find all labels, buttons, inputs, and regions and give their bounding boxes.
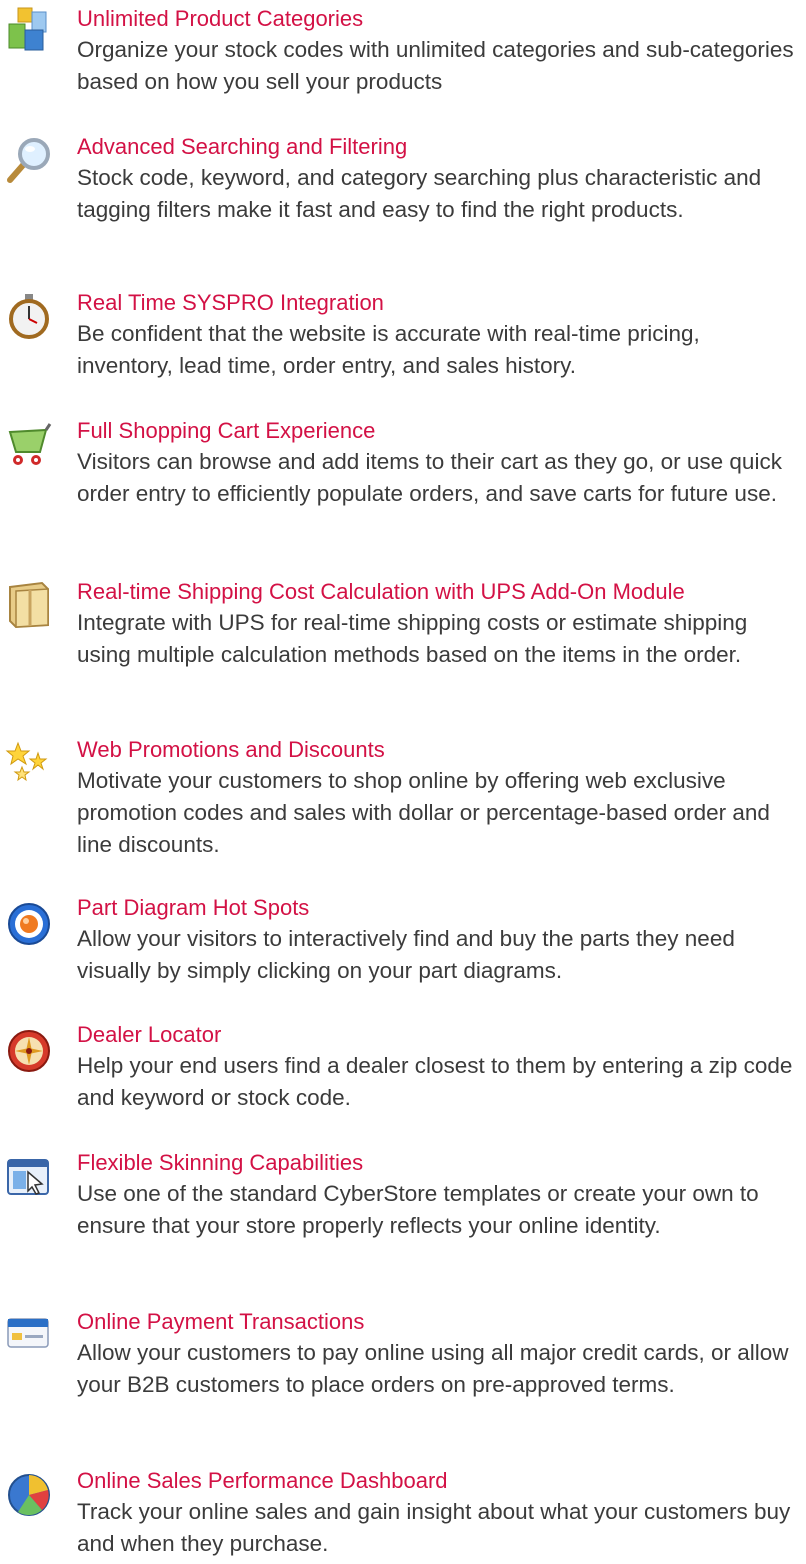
feature-title[interactable]: Online Payment Transactions [77, 1307, 364, 1337]
feature-title[interactable]: Web Promotions and Discounts [77, 735, 385, 765]
credit-card-icon [4, 1311, 54, 1361]
feature-description: Be confident that the website is accurat… [77, 321, 700, 378]
pie-chart-dashboard-icon [4, 1470, 54, 1520]
feature-description: Organize your stock codes with unlimited… [77, 37, 794, 94]
feature-description: Allow your visitors to interactively fin… [77, 926, 735, 983]
sparkle-promotion-icon [4, 739, 54, 789]
feature-description: Use one of the standard CyberStore templ… [77, 1181, 759, 1238]
feature-title[interactable]: Real-time Shipping Cost Calculation with… [77, 577, 685, 607]
feature-title[interactable]: Flexible Skinning Capabilities [77, 1148, 363, 1178]
feature-title[interactable]: Dealer Locator [77, 1020, 221, 1050]
compass-locator-icon [4, 1026, 54, 1076]
product-categories-icon [4, 6, 54, 56]
feature-description: Integrate with UPS for real-time shippin… [77, 610, 748, 667]
hot-spot-target-icon [4, 899, 54, 949]
feature-title[interactable]: Part Diagram Hot Spots [77, 893, 309, 923]
magnifier-search-icon [4, 136, 54, 186]
feature-title[interactable]: Unlimited Product Categories [77, 4, 363, 34]
feature-description: Help your end users find a dealer closes… [77, 1053, 793, 1110]
feature-description: Visitors can browse and add items to the… [77, 449, 782, 506]
shipping-box-icon [4, 579, 54, 629]
stopwatch-icon [4, 292, 54, 342]
feature-description: Allow your customers to pay online using… [77, 1340, 789, 1397]
feature-title[interactable]: Real Time SYSPRO Integration [77, 288, 384, 318]
feature-description: Stock code, keyword, and category search… [77, 165, 762, 222]
feature-title[interactable]: Online Sales Performance Dashboard [77, 1466, 448, 1496]
feature-description: Motivate your customers to shop online b… [77, 768, 770, 857]
feature-description: Track your online sales and gain insight… [77, 1499, 791, 1556]
skin-template-icon [4, 1154, 54, 1204]
shopping-cart-icon [4, 422, 54, 472]
feature-title[interactable]: Advanced Searching and Filtering [77, 132, 407, 162]
feature-title[interactable]: Full Shopping Cart Experience [77, 416, 375, 446]
